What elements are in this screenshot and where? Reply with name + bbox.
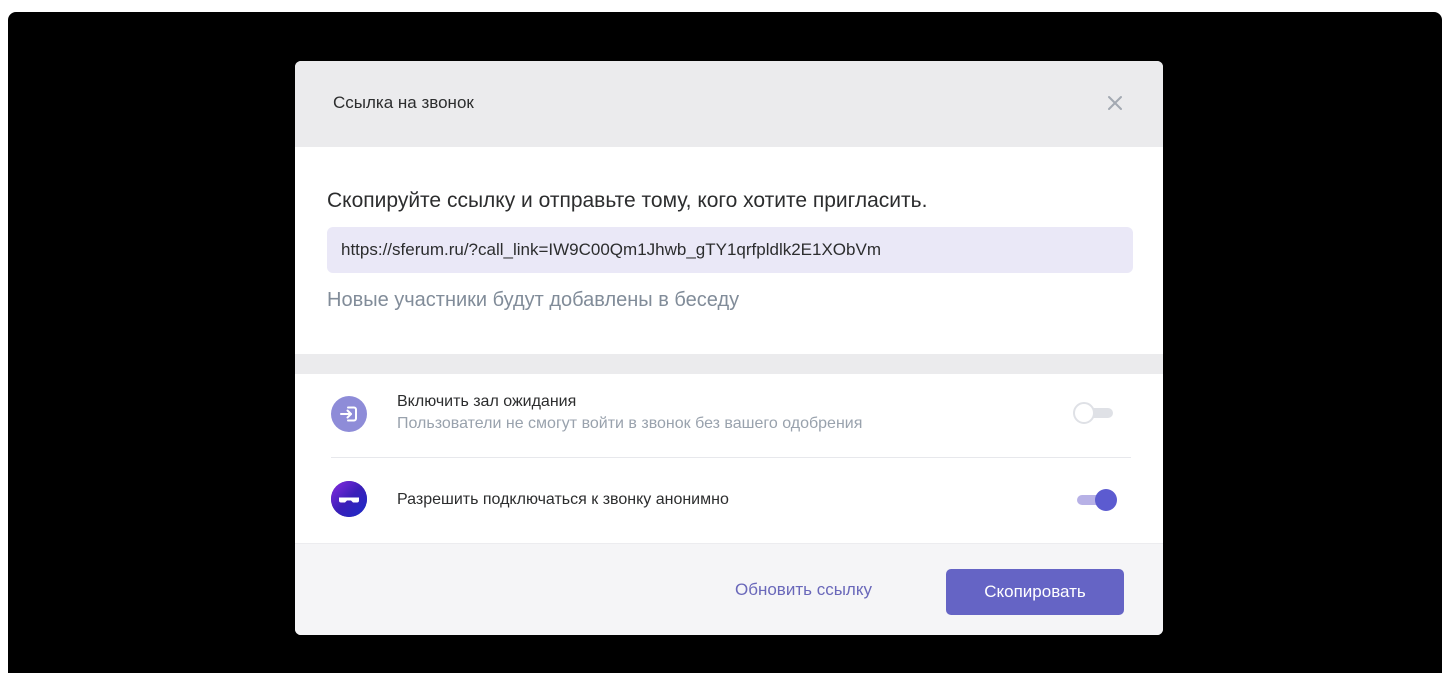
copy-button[interactable]: Скопировать — [946, 569, 1124, 615]
setting-title: Разрешить подключаться к звонку анонимно — [397, 491, 729, 508]
setting-subtitle: Пользователи не смогут войти в звонок бе… — [397, 415, 863, 432]
section-separator — [295, 354, 1163, 374]
setting-anonymous-join: Разрешить подключаться к звонку анонимно — [331, 481, 1131, 521]
row-divider — [331, 457, 1131, 458]
invite-instruction: Скопируйте ссылку и отправьте тому, кого… — [327, 189, 928, 212]
toggle-knob — [1095, 489, 1117, 511]
close-button[interactable] — [1101, 89, 1129, 117]
waiting-room-enter-icon — [331, 396, 367, 432]
toggle-knob — [1073, 402, 1095, 424]
setting-waiting-room: Включить зал ожидания Пользователи не см… — [331, 391, 1131, 451]
waiting-room-toggle[interactable] — [1073, 402, 1117, 424]
call-link-field[interactable] — [327, 227, 1133, 273]
dialog-footer: Обновить ссылку Скопировать — [295, 543, 1163, 635]
invite-note: Новые участники будут добавлены в беседу — [327, 289, 740, 311]
refresh-link-button[interactable]: Обновить ссылку — [735, 580, 872, 600]
setting-title: Включить зал ожидания — [397, 393, 577, 410]
dialog-title: Ссылка на звонок — [333, 93, 474, 112]
call-link-dialog: Ссылка на звонок Скопируйте ссылку и отп… — [295, 61, 1163, 635]
anonymous-mask-icon — [331, 481, 367, 517]
dialog-header: Ссылка на звонок — [295, 61, 1163, 147]
anonymous-join-toggle[interactable] — [1073, 489, 1117, 511]
close-icon — [1108, 96, 1122, 110]
